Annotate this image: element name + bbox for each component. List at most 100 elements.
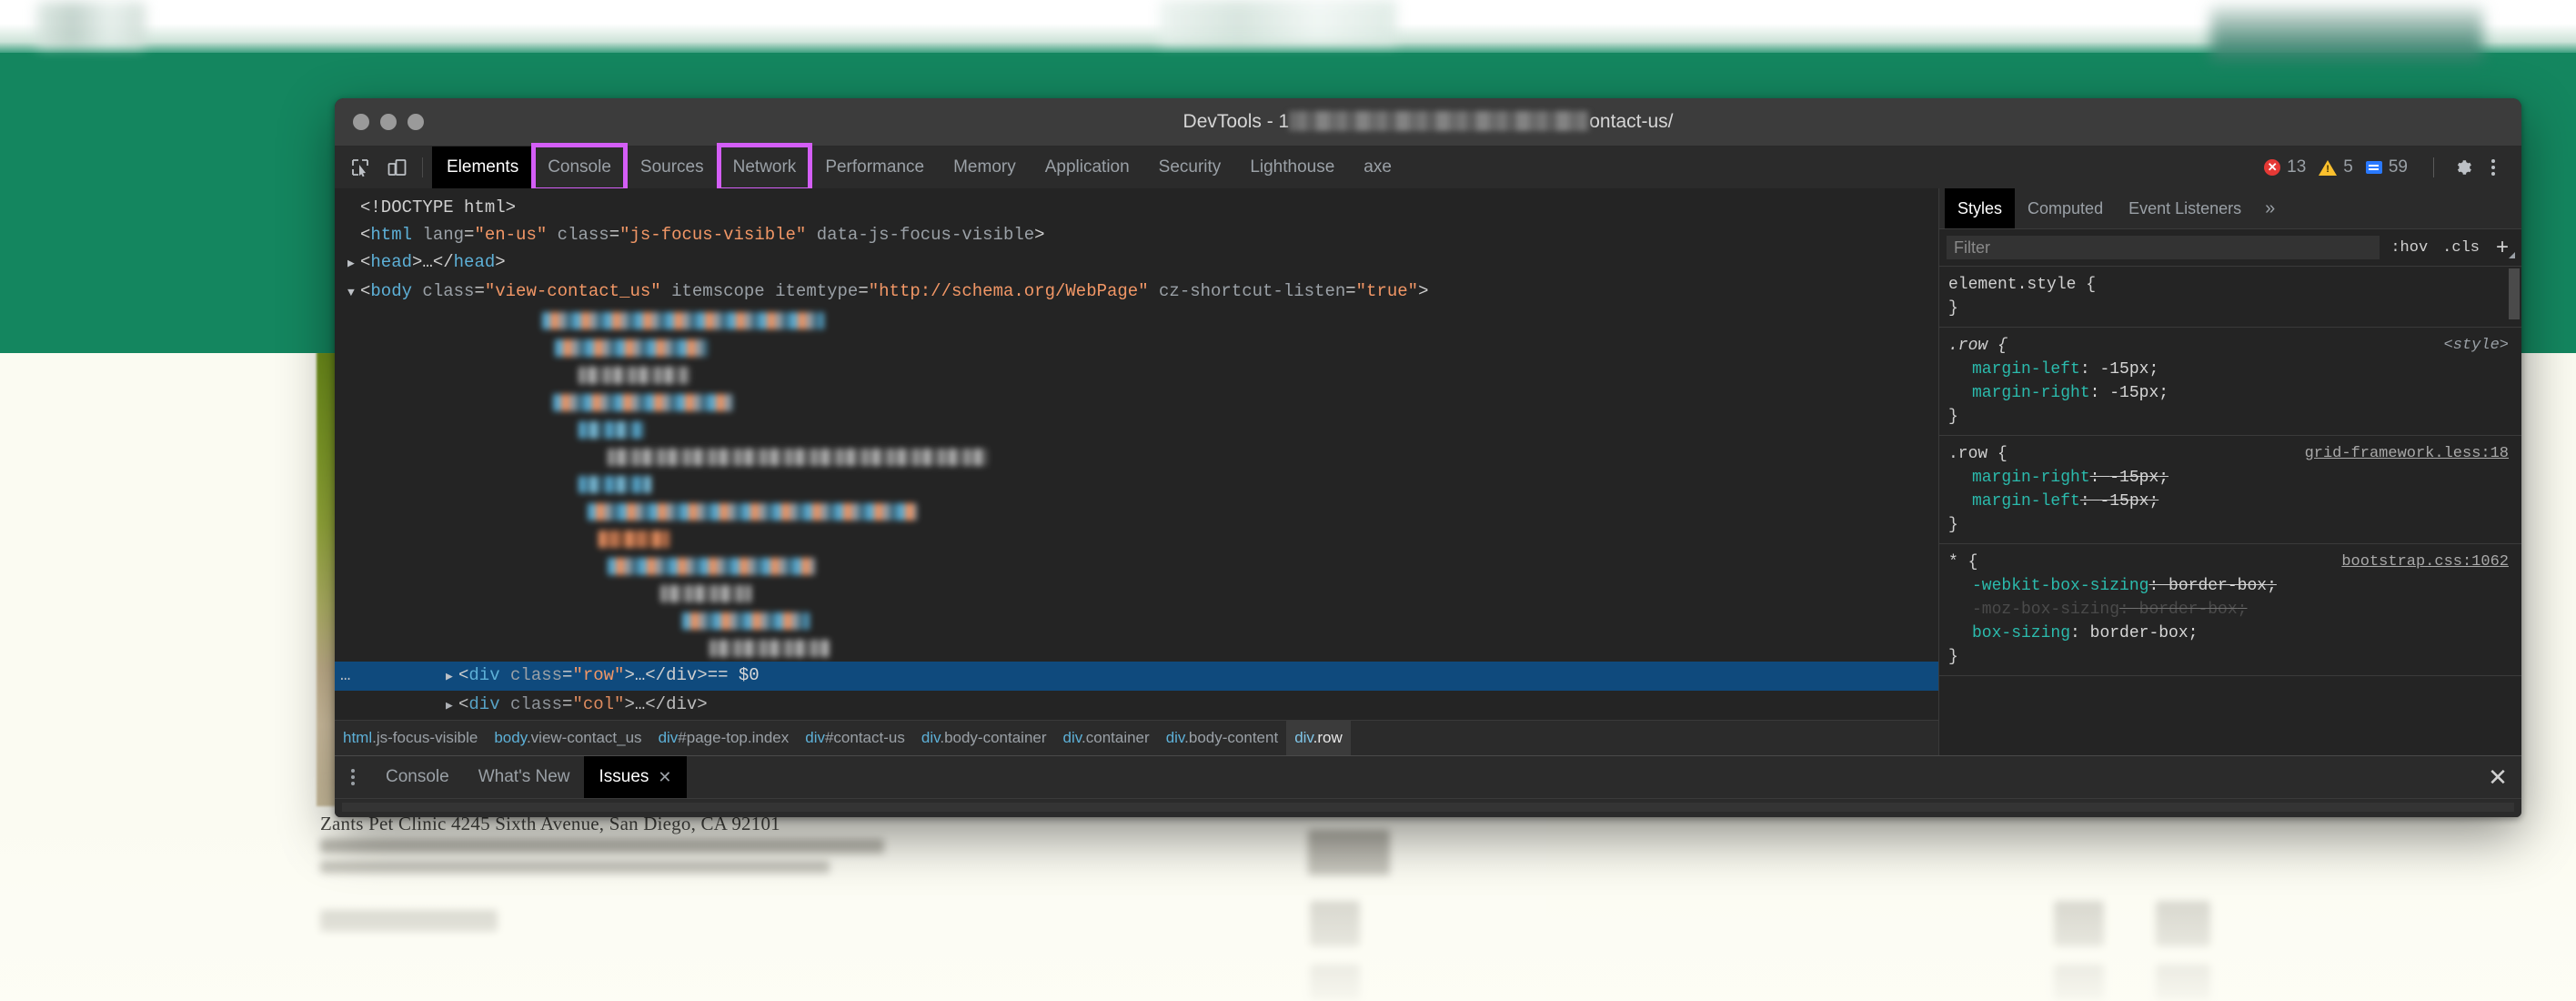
tab-lighthouse[interactable]: Lighthouse [1235, 147, 1349, 188]
dom-line-redacted[interactable] [335, 470, 1938, 498]
info-counter[interactable]: 59 [2365, 157, 2408, 177]
gear-icon[interactable] [2447, 157, 2478, 178]
declaration-disabled[interactable]: -moz-box-sizing: border-box; [1948, 598, 2521, 622]
html-attr-class-value: "js-focus-visible" [619, 225, 807, 245]
dom-line-redacted[interactable] [335, 443, 1938, 470]
tab-console[interactable]: Console [531, 143, 628, 192]
tab-security[interactable]: Security [1144, 147, 1236, 188]
styles-scrollbar[interactable] [2509, 267, 2520, 755]
styles-scrollbar-thumb[interactable] [2509, 268, 2520, 319]
dom-line-redacted[interactable] [335, 361, 1938, 389]
declaration-value: -15px [2099, 360, 2149, 379]
breadcrumb-item-html[interactable]: html.js-focus-visible [335, 721, 486, 755]
dom-line-redacted[interactable] [335, 389, 1938, 416]
tab-styles[interactable]: Styles [1945, 188, 2016, 228]
breadcrumb-tag: div [1165, 729, 1185, 746]
semicolon: ; [2148, 360, 2159, 379]
declaration[interactable]: margin-right: -15px; [1948, 381, 2521, 405]
tab-elements[interactable]: Elements [432, 147, 534, 188]
breadcrumb-item-page-top[interactable]: div#page-top.index [650, 721, 798, 755]
dom-line-selected-row[interactable]: … ▶ <div class="row">…</div>== $0 [335, 662, 1938, 691]
tab-application[interactable]: Application [1031, 147, 1144, 188]
tab-network[interactable]: Network [716, 143, 813, 192]
bg-cta-button[interactable] [2210, 5, 2483, 62]
dom-line-redacted[interactable] [335, 498, 1938, 525]
dom-line-body[interactable]: ▼ <body class="view-contact_us" itemscope… [335, 278, 1938, 307]
declaration[interactable]: margin-left: -15px; [1948, 358, 2521, 381]
hover-state-button[interactable]: :hov [2387, 239, 2431, 257]
breadcrumb-item-row[interactable]: div.row [1286, 721, 1351, 755]
tab-axe[interactable]: axe [1349, 147, 1406, 188]
dom-line-next-partial[interactable]: ▶ <div class="col">…</div> [335, 691, 1938, 720]
element-classes-button[interactable]: .cls [2439, 239, 2483, 257]
dom-line-head[interactable]: ▶ <head>…</head> [335, 248, 1938, 278]
collapse-twisty-body[interactable]: ▼ [347, 279, 360, 307]
drawer-menu-kebab-icon[interactable] [335, 756, 371, 798]
body-attr-itemtype: itemtype [764, 281, 859, 301]
close-button[interactable] [353, 114, 369, 130]
close-drawer-icon[interactable]: ✕ [2474, 756, 2521, 798]
style-rule-universal-bootstrap[interactable]: bootstrap.css:1062 * { -webkit-box-sizin… [1939, 544, 2521, 676]
drawer-tab-whats-new[interactable]: What's New [464, 756, 585, 798]
dom-line-doctype[interactable]: <!DOCTYPE html> [335, 194, 1938, 221]
declaration-overridden[interactable]: margin-left: -15px; [1948, 490, 2521, 513]
breadcrumb-item-container[interactable]: div.container [1055, 721, 1158, 755]
dom-line-redacted[interactable] [335, 416, 1938, 443]
rule-origin-link[interactable]: bootstrap.css:1062 [2341, 551, 2509, 574]
drawer-tab-issues[interactable]: Issues ✕ [584, 756, 687, 798]
zoom-button[interactable] [408, 114, 424, 130]
dom-line-redacted[interactable] [335, 525, 1938, 552]
breadcrumb-item-body[interactable]: body.view-contact_us [486, 721, 649, 755]
tab-memory[interactable]: Memory [939, 147, 1031, 188]
breadcrumb-item-body-container[interactable]: div.body-container [913, 721, 1055, 755]
declaration-value: border-box [2089, 624, 2189, 642]
breadcrumb[interactable]: html.js-focus-visible body.view-contact_… [335, 720, 1938, 755]
styles-rules-list[interactable]: element.style { } <style> .row { margin-… [1939, 267, 2521, 755]
dom-line-redacted[interactable] [335, 307, 1938, 334]
new-style-rule-button[interactable]: + [2490, 235, 2516, 260]
error-counter[interactable]: ✕ 13 [2264, 157, 2306, 177]
semicolon: ; [2267, 577, 2277, 595]
declaration-overridden[interactable]: -webkit-box-sizing: border-box; [1948, 574, 2521, 598]
expand-twisty-head[interactable]: ▶ [347, 250, 360, 278]
breadcrumb-item-contact-us[interactable]: div#contact-us [797, 721, 913, 755]
drawer-scrollbar-track[interactable] [342, 803, 2514, 812]
drawer-horizontal-scrollbar[interactable] [335, 798, 2521, 817]
rule-origin-link[interactable]: grid-framework.less:18 [2305, 442, 2509, 466]
styles-filter-input[interactable] [1947, 236, 2380, 259]
declaration-overridden[interactable]: margin-right: -15px; [1948, 466, 2521, 490]
dom-line-redacted[interactable] [335, 334, 1938, 361]
colon: : [2148, 577, 2169, 595]
style-rule-row-inline[interactable]: <style> .row { margin-left: -15px; margi… [1939, 328, 2521, 436]
html-attr-lang-value: "en-us" [474, 225, 548, 245]
dom-line-redacted[interactable] [335, 634, 1938, 662]
expand-twisty-next[interactable]: ▶ [446, 693, 458, 720]
breadcrumb-item-body-content[interactable]: div.body-content [1158, 721, 1287, 755]
kebab-menu-icon[interactable] [2478, 157, 2509, 178]
tab-performance[interactable]: Performance [810, 147, 939, 188]
angle-open: < [360, 225, 371, 245]
more-tabs-chevron-icon[interactable]: » [2254, 188, 2286, 228]
style-rule-element-style[interactable]: element.style { } [1939, 267, 2521, 328]
rule-origin-style[interactable]: <style> [2444, 334, 2509, 358]
tab-computed[interactable]: Computed [2015, 188, 2116, 228]
declaration[interactable]: box-sizing: border-box; [1948, 622, 2521, 645]
dom-line-html[interactable]: <html lang="en-us" class="js-focus-visib… [335, 221, 1938, 248]
dom-line-redacted[interactable] [335, 552, 1938, 580]
warning-counter[interactable]: 5 [2319, 157, 2353, 177]
dom-tree[interactable]: <!DOCTYPE html> <html lang="en-us" class… [335, 188, 1938, 720]
dom-line-redacted[interactable] [335, 580, 1938, 607]
redacted-text [608, 449, 988, 466]
tab-sources[interactable]: Sources [626, 147, 719, 188]
style-rule-row-grid-framework[interactable]: grid-framework.less:18 .row { margin-rig… [1939, 436, 2521, 544]
drawer-tab-console[interactable]: Console [371, 756, 464, 798]
tab-event-listeners[interactable]: Event Listeners [2116, 188, 2254, 228]
window-controls [353, 114, 424, 130]
dom-line-redacted[interactable] [335, 607, 1938, 634]
close-issues-tab-icon[interactable]: ✕ [658, 768, 671, 787]
tab-elements-label: Elements [447, 157, 519, 177]
minimize-button[interactable] [380, 114, 397, 130]
inspect-element-icon[interactable] [342, 147, 378, 188]
expand-twisty-row[interactable]: ▶ [446, 663, 458, 691]
device-toolbar-icon[interactable] [378, 147, 415, 188]
